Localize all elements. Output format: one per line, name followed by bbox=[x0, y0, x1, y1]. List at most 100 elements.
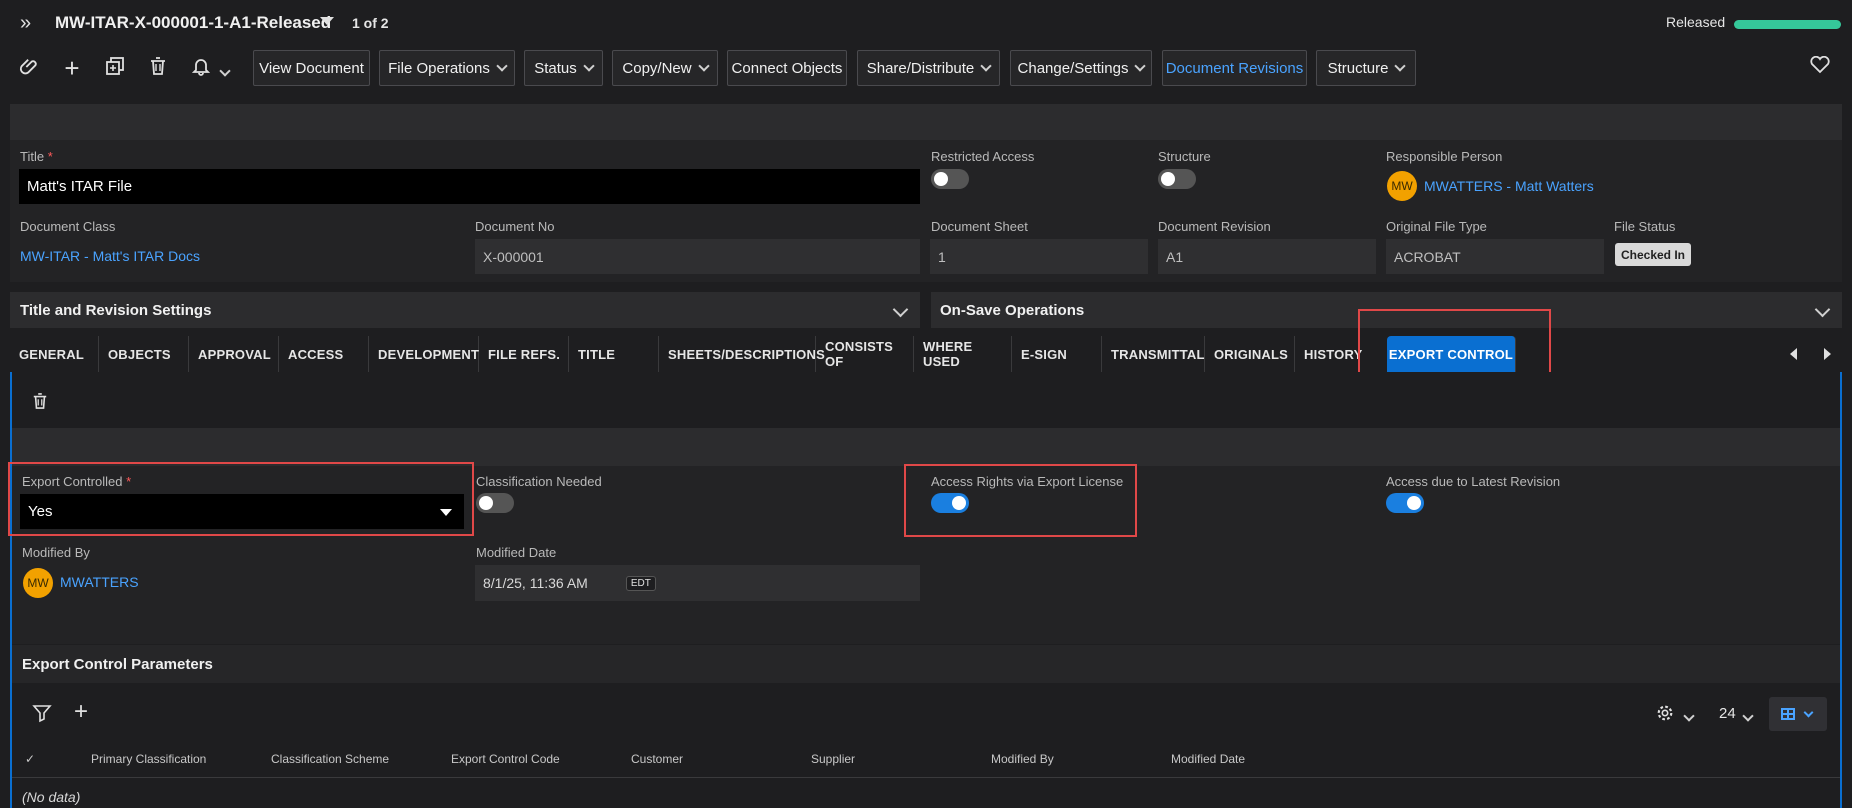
column-header-classification-scheme[interactable]: Classification Scheme bbox=[271, 752, 389, 766]
view-document-button[interactable]: View Document bbox=[253, 50, 370, 86]
title-revision-settings-heading: Title and Revision Settings bbox=[20, 302, 212, 319]
button-label: Structure bbox=[1327, 59, 1389, 77]
select-all-checkbox[interactable]: ✓ bbox=[25, 752, 35, 766]
document-revision-field: A1 bbox=[1158, 239, 1376, 274]
chevron-down-icon bbox=[1803, 707, 1814, 718]
tab-approval[interactable]: APPROVAL bbox=[189, 336, 279, 372]
chevron-down-icon[interactable] bbox=[1683, 708, 1695, 723]
table-view-icon bbox=[1781, 708, 1795, 720]
column-header-customer[interactable]: Customer bbox=[631, 752, 683, 766]
table-header-divider bbox=[12, 777, 1840, 778]
column-header-primary-classification[interactable]: Primary Classification bbox=[91, 752, 206, 766]
title-dropdown-icon[interactable] bbox=[320, 17, 334, 25]
document-sheet-label: Document Sheet bbox=[931, 219, 1028, 234]
access-latest-revision-label: Access due to Latest Revision bbox=[1386, 474, 1561, 489]
page-size-select[interactable]: 24 bbox=[1719, 705, 1736, 722]
tab-sheets-descriptions[interactable]: SHEETS/DESCRIPTIONS bbox=[659, 336, 825, 372]
access-latest-revision-toggle[interactable] bbox=[1386, 493, 1424, 513]
add-icon[interactable]: + bbox=[60, 55, 84, 81]
tab-originals[interactable]: ORIGINALS bbox=[1205, 336, 1295, 372]
bell-dropdown-chevron-icon[interactable] bbox=[219, 63, 231, 78]
file-operations-button[interactable]: File Operations bbox=[379, 50, 515, 86]
tabs-scroll-right-icon[interactable] bbox=[1824, 348, 1831, 360]
filter-icon[interactable] bbox=[32, 703, 52, 726]
tab-access[interactable]: ACCESS bbox=[279, 336, 369, 372]
connect-objects-button[interactable]: Connect Objects bbox=[727, 50, 847, 86]
original-file-type-label: Original File Type bbox=[1386, 219, 1487, 234]
expand-panel-icon[interactable]: » bbox=[20, 12, 40, 34]
structure-button[interactable]: Structure bbox=[1316, 50, 1416, 86]
delete-icon[interactable] bbox=[32, 392, 48, 413]
file-status-label: File Status bbox=[1614, 219, 1676, 234]
tab-general[interactable]: GENERAL bbox=[10, 336, 99, 372]
document-class-label: Document Class bbox=[20, 219, 116, 234]
chevron-down-icon[interactable] bbox=[892, 301, 909, 318]
button-label: Connect Objects bbox=[731, 59, 843, 77]
delete-icon[interactable] bbox=[146, 56, 170, 80]
column-header-modified-by[interactable]: Modified By bbox=[991, 752, 1054, 766]
chevron-down-icon[interactable] bbox=[1814, 301, 1831, 318]
bell-icon[interactable] bbox=[189, 56, 213, 80]
tab-objects[interactable]: OBJECTS bbox=[99, 336, 189, 372]
share-distribute-button[interactable]: Share/Distribute bbox=[857, 50, 1000, 86]
attach-icon[interactable] bbox=[18, 56, 42, 80]
add-icon[interactable]: + bbox=[74, 698, 88, 726]
export-params-header bbox=[12, 645, 1840, 683]
original-file-type-field: ACROBAT bbox=[1386, 239, 1604, 274]
button-label: Change/Settings bbox=[1017, 59, 1129, 77]
tab-e-sign[interactable]: E-SIGN bbox=[1012, 336, 1102, 372]
status-button[interactable]: Status bbox=[524, 50, 603, 86]
title-label: Title * bbox=[20, 149, 53, 164]
button-label: Share/Distribute bbox=[866, 59, 975, 77]
restricted-access-toggle[interactable] bbox=[931, 169, 969, 189]
button-label: Status bbox=[534, 59, 577, 77]
structure-toggle[interactable] bbox=[1158, 169, 1196, 189]
avatar: MW bbox=[1387, 171, 1417, 201]
tab-content-border-right bbox=[1840, 372, 1842, 808]
button-label: File Operations bbox=[388, 59, 490, 77]
column-header-modified-date[interactable]: Modified Date bbox=[1171, 752, 1245, 766]
tab-where-used[interactable]: WHERE USED bbox=[914, 336, 1012, 372]
avatar: MW bbox=[23, 568, 53, 598]
favorite-heart-icon[interactable] bbox=[1810, 55, 1830, 77]
change-settings-button[interactable]: Change/Settings bbox=[1010, 50, 1152, 86]
duplicate-icon[interactable] bbox=[103, 56, 127, 80]
tab-development[interactable]: DEVELOPMENT bbox=[369, 336, 479, 372]
tab-title[interactable]: TITLE bbox=[569, 336, 659, 372]
modified-date-field: 8/1/25, 11:36 AM EDT bbox=[475, 565, 920, 601]
document-class-link[interactable]: MW-ITAR - Matt's ITAR Docs bbox=[20, 248, 200, 264]
column-header-supplier[interactable]: Supplier bbox=[811, 752, 855, 766]
chevron-down-icon bbox=[583, 60, 595, 72]
document-revision-label: Document Revision bbox=[1158, 219, 1271, 234]
chevron-down-icon bbox=[1134, 60, 1147, 72]
on-save-operations-heading: On-Save Operations bbox=[940, 302, 1085, 319]
document-revisions-button[interactable]: Document Revisions bbox=[1162, 50, 1307, 86]
classification-needed-toggle[interactable] bbox=[476, 493, 514, 513]
record-pager: 1 of 2 bbox=[352, 15, 389, 31]
document-no-field: X-000001 bbox=[475, 239, 920, 274]
chevron-down-icon[interactable] bbox=[1742, 708, 1754, 723]
view-toggle-button[interactable] bbox=[1769, 697, 1827, 731]
tab-consists-of[interactable]: CONSISTS OF bbox=[816, 336, 914, 372]
responsible-person-link[interactable]: MWATTERS - Matt Watters bbox=[1424, 178, 1594, 194]
chevron-down-icon bbox=[496, 60, 508, 72]
tab-transmittal[interactable]: TRANSMITTAL bbox=[1102, 336, 1205, 372]
export-toolbar bbox=[12, 372, 1840, 428]
status-label: Released bbox=[1666, 14, 1726, 30]
empty-table-message: (No data) bbox=[22, 789, 81, 805]
title-input[interactable]: Matt's ITAR File bbox=[19, 169, 920, 204]
gear-icon[interactable] bbox=[1656, 704, 1674, 725]
responsible-person-label: Responsible Person bbox=[1386, 149, 1503, 164]
modified-by-link[interactable]: MWATTERS bbox=[60, 574, 139, 590]
timezone-badge: EDT bbox=[625, 575, 656, 591]
tab-file-refs[interactable]: FILE REFS. bbox=[479, 336, 569, 372]
modified-by-label: Modified By bbox=[22, 545, 90, 560]
page-title: MW-ITAR-X-000001-1-A1-Released bbox=[55, 13, 332, 32]
export-panel-header bbox=[12, 428, 1840, 466]
document-sheet-field: 1 bbox=[930, 239, 1148, 274]
export-params-heading: Export Control Parameters bbox=[22, 656, 213, 673]
copy-new-button[interactable]: Copy/New bbox=[612, 50, 718, 86]
column-header-export-control-code[interactable]: Export Control Code bbox=[451, 752, 560, 766]
document-no-label: Document No bbox=[475, 219, 555, 234]
tabs-scroll-left-icon[interactable] bbox=[1790, 348, 1797, 360]
